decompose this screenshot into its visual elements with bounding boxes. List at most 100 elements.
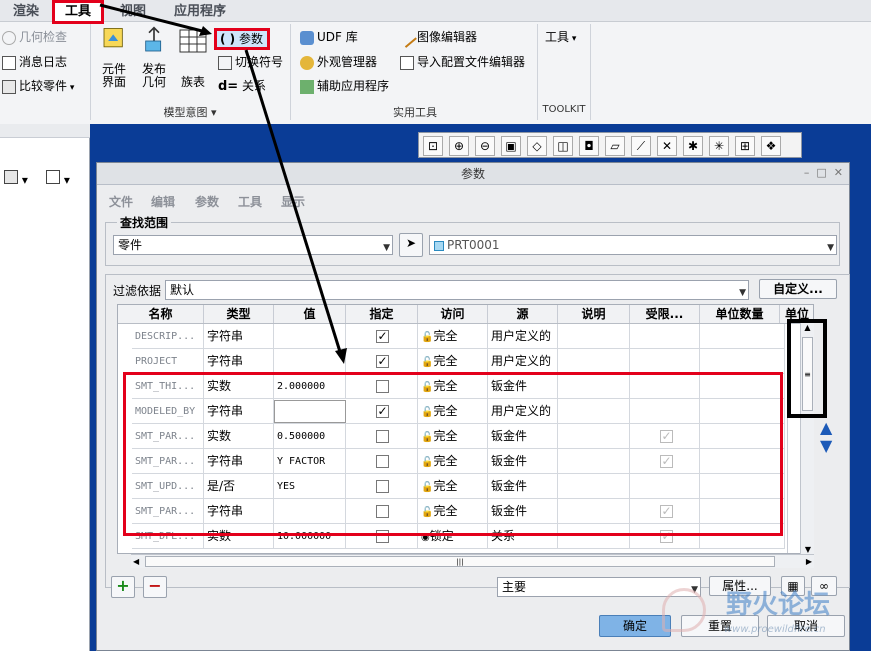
auxiliary-application-label: 辅助应用程序 (317, 79, 390, 93)
column-header-source[interactable]: 源 (488, 305, 558, 323)
param-description-cell[interactable] (558, 324, 630, 349)
tree-columns-button[interactable]: ▾ (46, 170, 70, 187)
customize-button[interactable]: 自定义... (759, 279, 837, 299)
param-restricted-cell[interactable] (630, 324, 700, 349)
datum-axes-icon[interactable]: ⟋ (631, 136, 651, 156)
param-description-cell[interactable] (558, 349, 630, 374)
main-value: 主要 (502, 580, 527, 594)
scroll-left-icon[interactable]: ◀ (133, 555, 139, 569)
refit-icon[interactable]: ⊡ (423, 136, 443, 156)
toolkit-tools-dropdown[interactable]: 工具 ▾ (545, 29, 576, 47)
param-name-cell[interactable]: DESCRIP... (132, 324, 204, 349)
param-name-cell[interactable]: PROJECT (132, 349, 204, 374)
model-intent-group-label[interactable]: 模型意图 ▾ (140, 104, 240, 120)
look-in-type-value: 零件 (118, 238, 143, 252)
horizontal-scroll-thumb[interactable]: ||| (145, 556, 775, 567)
display-style-icon[interactable]: ◘ (579, 136, 599, 156)
column-header-name[interactable]: 名称 (118, 305, 204, 323)
tab-view[interactable]: 视图 (110, 2, 156, 22)
param-type-cell[interactable]: 字符串 (204, 324, 274, 349)
tab-render[interactable]: 渲染 (4, 2, 48, 22)
flame-logo-icon (662, 588, 706, 632)
tab-applications[interactable]: 应用程序 (160, 2, 240, 22)
access-label: 完全 (433, 329, 458, 343)
column-header-restricted[interactable]: 受限... (630, 305, 700, 323)
select-model-button[interactable]: ➤ (399, 233, 423, 257)
param-access-cell[interactable]: 🔓完全 (418, 349, 488, 374)
param-type-cell[interactable]: 字符串 (204, 349, 274, 374)
datum-points-icon[interactable]: ✕ (657, 136, 677, 156)
publish-geometry-button[interactable]: 发布 几何 (136, 26, 172, 89)
look-in-type-select[interactable]: 零件 ▼ (113, 235, 393, 255)
group-divider (290, 24, 291, 120)
param-access-cell[interactable]: 🔓完全 (418, 324, 488, 349)
repaint-icon[interactable]: ▣ (501, 136, 521, 156)
column-header-access[interactable]: 访问 (418, 305, 488, 323)
column-header-unit-quantity[interactable]: 单位数量 (700, 305, 780, 323)
compare-part-item[interactable]: 比较零件 ▾ (2, 78, 74, 96)
auxiliary-application-button[interactable]: 辅助应用程序 (300, 78, 389, 94)
access-label: 完全 (433, 354, 458, 368)
spin-center-icon[interactable]: ✳ (709, 136, 729, 156)
family-table-button[interactable]: 族表 (176, 26, 210, 89)
udf-library-button[interactable]: UDF 库 (300, 29, 358, 45)
import-config-editor-button[interactable]: 导入配置文件编辑器 (400, 54, 525, 70)
component-interface-label: 元件 界面 (101, 62, 126, 89)
zoom-in-icon[interactable]: ⊕ (449, 136, 469, 156)
annotations-icon[interactable]: ⊞ (735, 136, 755, 156)
menu-file[interactable]: 文件 (109, 193, 133, 210)
look-in-model-select[interactable]: PRT0001 ▼ (429, 235, 837, 255)
column-header-value[interactable]: 值 (274, 305, 346, 323)
close-icon[interactable]: ✕ (834, 166, 843, 179)
zoom-out-icon[interactable]: ⊖ (475, 136, 495, 156)
appearance-manager-button[interactable]: 外观管理器 (300, 54, 377, 70)
menu-edit[interactable]: 编辑 (151, 193, 175, 210)
relations-button[interactable]: d= 关系 (218, 78, 266, 95)
component-interface-button[interactable]: 元件 界面 (96, 26, 132, 89)
param-designate-cell[interactable]: ✓ (346, 324, 418, 349)
scroll-right-icon[interactable]: ▶ (806, 555, 812, 569)
appearance-icon[interactable]: ❖ (761, 136, 781, 156)
ok-button[interactable]: 确定 (599, 615, 671, 637)
switch-symbols-button[interactable]: 切换符号 (218, 54, 283, 70)
image-editor-button[interactable]: 图像编辑器 (397, 27, 477, 48)
param-unit-quantity-cell[interactable] (700, 324, 785, 349)
move-down-icon[interactable]: ▼ (820, 437, 832, 455)
minimize-icon[interactable]: – (804, 166, 810, 179)
menu-parameters[interactable]: 参数 (195, 193, 219, 210)
message-log-icon (2, 55, 16, 70)
add-parameter-button[interactable]: + (111, 576, 135, 598)
delete-parameter-button[interactable]: − (143, 576, 167, 598)
column-header-description[interactable]: 说明 (558, 305, 630, 323)
parameters-button[interactable]: ( ) 参数 (214, 28, 270, 50)
move-up-icon[interactable]: ▲ (820, 419, 832, 437)
param-value-cell[interactable] (274, 349, 346, 374)
horizontal-scrollbar[interactable]: ◀ ||| ▶ (131, 554, 814, 568)
tab-tools[interactable]: 工具 (52, 0, 104, 24)
menu-display[interactable]: 显示 (281, 193, 305, 210)
part-icon (434, 240, 444, 251)
param-unit-quantity-cell[interactable] (700, 349, 785, 374)
datum-planes-icon[interactable]: ▱ (605, 136, 625, 156)
designate-checkbox[interactable]: ✓ (376, 330, 389, 343)
maximize-icon[interactable]: □ (816, 166, 826, 179)
message-log-item[interactable]: 消息日志 (2, 54, 67, 70)
saved-views-icon[interactable]: ◫ (553, 136, 573, 156)
tree-settings-button[interactable]: ▾ (4, 170, 28, 187)
param-restricted-cell[interactable] (630, 349, 700, 374)
param-source-cell[interactable]: 用户定义的 (488, 349, 558, 374)
param-value-cell[interactable] (274, 324, 346, 349)
view-orient-icon[interactable]: ◇ (527, 136, 547, 156)
param-designate-cell[interactable]: ✓ (346, 349, 418, 374)
table-row[interactable]: DESCRIP... 字符串 ✓ 🔓完全 用户定义的 (132, 324, 785, 349)
filter-select[interactable]: 默认 ▼ (165, 280, 749, 300)
column-header-designate[interactable]: 指定 (346, 305, 418, 323)
geometry-check-item[interactable]: 几何检查 (2, 29, 67, 45)
param-source-cell[interactable]: 用户定义的 (488, 324, 558, 349)
designate-checkbox[interactable]: ✓ (376, 355, 389, 368)
column-header-type[interactable]: 类型 (204, 305, 274, 323)
table-row[interactable]: PROJECT 字符串 ✓ 🔓完全 用户定义的 (132, 349, 785, 374)
scroll-down-icon[interactable]: ▼ (801, 545, 815, 554)
coordinate-system-icon[interactable]: ✱ (683, 136, 703, 156)
menu-tools[interactable]: 工具 (238, 193, 262, 210)
